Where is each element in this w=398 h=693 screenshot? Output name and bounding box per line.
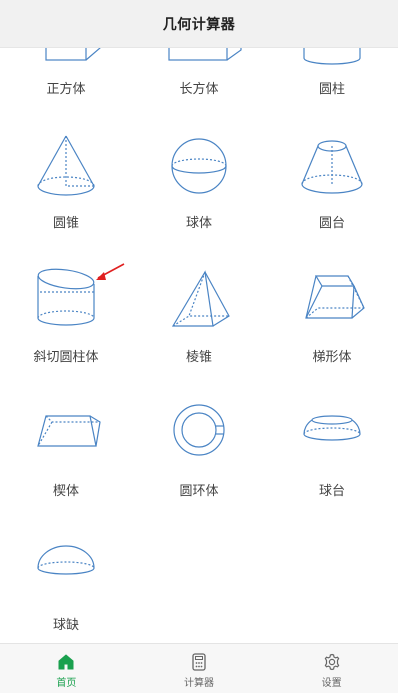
tab-calculator[interactable]: 计算器 [133, 644, 266, 693]
shape-item-torus[interactable]: 圆环体 [133, 392, 265, 526]
shape-label: 圆锥 [52, 216, 79, 231]
shape-label: 球缺 [52, 618, 79, 633]
shape-item-cube[interactable]: 正方体 [0, 48, 132, 124]
shape-item-cuboid[interactable]: 长方体 [133, 48, 265, 124]
tab-label: 首页 [56, 678, 77, 689]
shape-label: 球体 [185, 216, 212, 231]
pyramid-icon [149, 258, 249, 344]
shape-label: 圆环体 [179, 484, 219, 499]
shape-label: 球台 [318, 484, 345, 499]
shape-item-cylinder[interactable]: 圆柱 [266, 48, 398, 124]
gear-icon [324, 653, 340, 671]
shape-item-spherical-cap[interactable]: 球缺 [0, 526, 132, 643]
bottom-tab-bar: 首页 计算器 设置 [0, 643, 398, 693]
shape-label: 圆柱 [318, 82, 345, 97]
tab-label: 计算器 [184, 678, 214, 689]
trapezoidal-body-icon [282, 258, 382, 344]
page-title: 几何计算器 [162, 16, 236, 33]
shape-grid[interactable]: 正方体 长方体 圆柱 圆锥 球体 圆台 斜切圆柱体 棱锥 梯形体 楔体 圆环体 … [0, 48, 398, 643]
cuboid-icon [149, 48, 249, 76]
shape-item-pyramid[interactable]: 棱锥 [133, 258, 265, 392]
wedge-icon [16, 392, 116, 478]
shape-label: 长方体 [179, 82, 219, 97]
cone-icon [16, 124, 116, 210]
shape-label: 梯形体 [312, 350, 352, 365]
shape-item-frustum[interactable]: 圆台 [266, 124, 398, 258]
spherical-zone-icon [282, 392, 382, 478]
spherical-cap-icon [16, 526, 116, 612]
shape-item-spherical-segment[interactable]: 球台 [266, 392, 398, 526]
app-root: 几何计算器 正方体 长方体 圆柱 圆锥 球体 圆台 斜切圆柱体 棱锥 梯形体 楔… [0, 0, 398, 693]
shape-label: 棱锥 [185, 350, 212, 365]
tab-settings[interactable]: 设置 [265, 644, 398, 693]
frustum-icon [282, 124, 382, 210]
tab-label: 设置 [321, 678, 342, 689]
shape-label: 圆台 [318, 216, 345, 231]
shape-label: 斜切圆柱体 [33, 350, 99, 365]
torus-icon [149, 392, 249, 478]
calculator-icon [192, 653, 206, 671]
cylinder-icon [282, 48, 382, 76]
annotation-arrow [96, 263, 125, 280]
shape-item-sphere[interactable]: 球体 [133, 124, 265, 258]
title-bar: 几何计算器 [0, 0, 398, 48]
sphere-icon [149, 124, 249, 210]
shape-label: 正方体 [46, 82, 86, 97]
shape-item-wedge[interactable]: 楔体 [0, 392, 132, 526]
shape-label: 楔体 [52, 484, 79, 499]
shape-item-cone[interactable]: 圆锥 [0, 124, 132, 258]
tab-home[interactable]: 首页 [0, 644, 133, 693]
shape-item-trapezoidal-body[interactable]: 梯形体 [266, 258, 398, 392]
home-icon [58, 654, 74, 670]
cube-icon [16, 48, 116, 76]
